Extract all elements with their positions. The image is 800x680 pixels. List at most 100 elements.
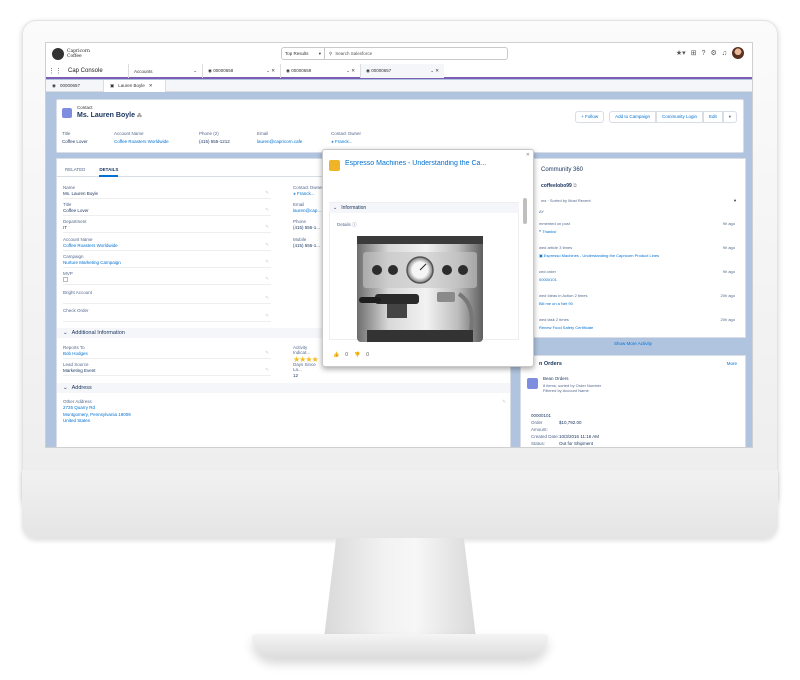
close-icon[interactable]: ✕ xyxy=(526,152,530,158)
monitor-neck xyxy=(324,538,476,638)
pencil-icon[interactable]: ✎ xyxy=(265,313,269,319)
favorites-icon[interactable]: ★▾ xyxy=(676,49,686,57)
pencil-icon[interactable]: ✎ xyxy=(265,350,269,356)
record-actions: + Follow Add to Campaign Community Login… xyxy=(575,111,737,123)
community-user[interactable]: coffeelobo99 ⧉ xyxy=(541,183,577,189)
orders-meta: 8 items, sorted by Order Number Filtered … xyxy=(543,383,602,393)
nav-tab-00000658[interactable]: ◉ 00000658 ⌄ ✕ xyxy=(202,64,280,78)
search-icon: ⚲ xyxy=(329,50,333,56)
close-icon[interactable]: ⌄ ✕ xyxy=(346,68,355,74)
owner-link[interactable]: ◕ Franck... xyxy=(331,139,391,144)
field-account-name: Account Name Coffee Roasters Worldwide ✎ xyxy=(63,237,271,251)
close-icon[interactable]: ⌄ ✕ xyxy=(266,68,275,74)
case-icon: ◉ xyxy=(52,82,56,88)
popover-scrollbar[interactable] xyxy=(523,198,527,224)
gear-icon[interactable]: ⚙ xyxy=(710,49,716,57)
nav-tab-accounts[interactable]: Accounts ⌄ xyxy=(128,64,202,78)
subtab-00000657[interactable]: ◉ 00000657 xyxy=(46,79,104,92)
field-bright-account: Bright Account ✎ xyxy=(63,290,271,304)
nav-tab-00000659[interactable]: ◉ 00000659 ⌄ ✕ xyxy=(280,64,360,78)
order-number[interactable]: 00000101 xyxy=(531,412,599,419)
pencil-icon[interactable]: ✎ xyxy=(265,190,269,196)
chevron-down-icon: ⌄ xyxy=(63,330,68,336)
palm-logo-icon xyxy=(52,48,64,60)
search-scope-dropdown[interactable]: Top Results ▾ xyxy=(281,47,325,60)
global-search: Top Results ▾ ⚲ Search Salesforce xyxy=(281,47,508,60)
pencil-icon[interactable]: ✎ xyxy=(502,399,506,423)
header-icons: ★▾ ⊞ ? ⚙ ♫ xyxy=(676,47,744,59)
section-address[interactable]: ⌄ Address xyxy=(57,383,510,393)
pencil-icon[interactable]: ✎ xyxy=(265,367,269,373)
app-name: Cap Console xyxy=(68,68,103,74)
community-title: Community 360 xyxy=(541,167,584,173)
community-login-button[interactable]: Community Login xyxy=(655,111,703,123)
activity-item: wed Ideas in Action 2 times Bill me on a … xyxy=(539,293,735,306)
pencil-icon[interactable]: ✎ xyxy=(265,295,269,301)
community-360-panel: Community 360 coffeelobo99 ⧉ ms · Sorted… xyxy=(520,158,746,338)
highlight-email: Email lauren@capricorn.cafe xyxy=(257,131,331,144)
add-to-campaign-button[interactable]: Add to Campaign xyxy=(609,111,656,123)
field-reports-to: Reports To Bob Hodges ✎ xyxy=(63,345,271,359)
chevron-down-icon[interactable]: ⌄ xyxy=(193,68,197,74)
bell-icon[interactable]: ♫ xyxy=(722,50,727,57)
record-name: Ms. Lauren Boyle ⁂ xyxy=(77,112,142,119)
field-campaign: Campaign Nurture Marketing Campaign ✎ xyxy=(63,254,271,268)
order-summary: 00000101 Order Amount: $10,792.00 Created… xyxy=(531,412,599,447)
thumbs-up-icon[interactable]: 👍 xyxy=(333,352,339,358)
screen: Capricorn Coffee Top Results ▾ ⚲ Search Sal… xyxy=(45,42,753,448)
hierarchy-icon[interactable]: ⁂ xyxy=(137,113,142,119)
article-title-link[interactable]: Espresso Machines - Understanding the Ca… xyxy=(345,160,527,167)
subtab-lauren-boyle[interactable]: ▣ Lauren Boyle ✕ xyxy=(104,79,166,92)
highlights-panel: Title Coffee Lover Account Name Coffee Roa… xyxy=(62,131,391,144)
thumbs-down-icon[interactable]: 👎 xyxy=(354,352,360,358)
filter-icon[interactable]: ▼ xyxy=(733,198,737,203)
today-label: AY xyxy=(539,209,545,214)
orders-subtitle: Bean Orders xyxy=(543,376,569,381)
highlight-phone: Phone (2) (415) 555-1212 xyxy=(199,131,230,144)
app-launcher-icon[interactable]: ⋮⋮ xyxy=(46,67,64,75)
pencil-icon[interactable]: ✎ xyxy=(265,224,269,230)
more-actions-button[interactable]: ▾ xyxy=(722,111,737,123)
tab-details[interactable]: DETAILS xyxy=(99,167,119,177)
email-link[interactable]: lauren@capricorn.cafe xyxy=(257,139,331,144)
close-icon[interactable]: ⌄ ✕ xyxy=(430,68,439,74)
mvp-checkbox[interactable] xyxy=(63,277,68,282)
show-more-activity-link[interactable]: Show More Activity xyxy=(520,341,746,346)
edit-button[interactable]: Edit xyxy=(702,111,723,123)
user-avatar[interactable] xyxy=(732,47,744,59)
address-link[interactable]: 2725 Quarry Rd Montgomery, Pennsylvania … xyxy=(63,405,508,425)
external-link-icon[interactable]: ⧉ xyxy=(573,183,577,189)
details-label: Details ⓘ xyxy=(337,222,357,227)
monitor-chin xyxy=(22,470,778,538)
help-icon[interactable]: ? xyxy=(702,50,706,57)
close-icon[interactable]: ✕ xyxy=(149,83,153,89)
field-contact-owner: Contact Owner ◕ Franck... xyxy=(293,185,324,196)
account-link[interactable]: Coffee Roasters Worldwide xyxy=(114,139,199,144)
contact-icon xyxy=(62,108,72,118)
pencil-icon[interactable]: ✎ xyxy=(265,207,269,213)
add-icon[interactable]: ⊞ xyxy=(691,49,697,57)
field-name: Name Ms. Lauren Boyle ✎ xyxy=(63,185,271,199)
order-row: Status: Out for Shipment xyxy=(531,441,594,446)
field-mobile: Mobile (415) 555-1... xyxy=(293,237,321,248)
app-logo[interactable]: Capricorn Coffee xyxy=(52,48,112,60)
follow-button[interactable]: + Follow xyxy=(575,111,605,123)
pencil-icon[interactable]: ✎ xyxy=(265,242,269,248)
pencil-icon[interactable]: ✎ xyxy=(265,259,269,265)
section-information[interactable]: ⌄ Information xyxy=(329,203,519,213)
console-nav: ⋮⋮ Cap Console Accounts ⌄ ◉ 00000658 ⌄ ✕ ◉… xyxy=(46,64,752,79)
article-popover: ✕ Espresso Machines - Understanding the … xyxy=(322,149,534,367)
chevron-down-icon: ⌄ xyxy=(333,205,338,211)
field-check-order: Check Order ✎ xyxy=(63,308,271,322)
search-input[interactable]: ⚲ Search Salesforce xyxy=(325,47,508,60)
pencil-icon[interactable]: ✎ xyxy=(265,276,269,282)
activity-filter[interactable]: ms · Sorted by Most Recent ▼ xyxy=(541,198,741,203)
tab-related[interactable]: RELATED xyxy=(65,167,85,176)
highlight-account: Account Name Coffee Roasters Worldwide xyxy=(114,131,199,144)
field-email: Email lauren@cap... xyxy=(293,202,322,213)
nav-tab-00000657[interactable]: ◉ 00000657 ⌄ ✕ xyxy=(360,64,444,78)
orders-icon xyxy=(527,378,538,389)
orders-more-link[interactable]: More xyxy=(727,361,737,366)
logo-text: Capricorn Coffee xyxy=(67,49,90,59)
field-lead-source: Lead Source Marketing Event ✎ xyxy=(63,362,271,376)
